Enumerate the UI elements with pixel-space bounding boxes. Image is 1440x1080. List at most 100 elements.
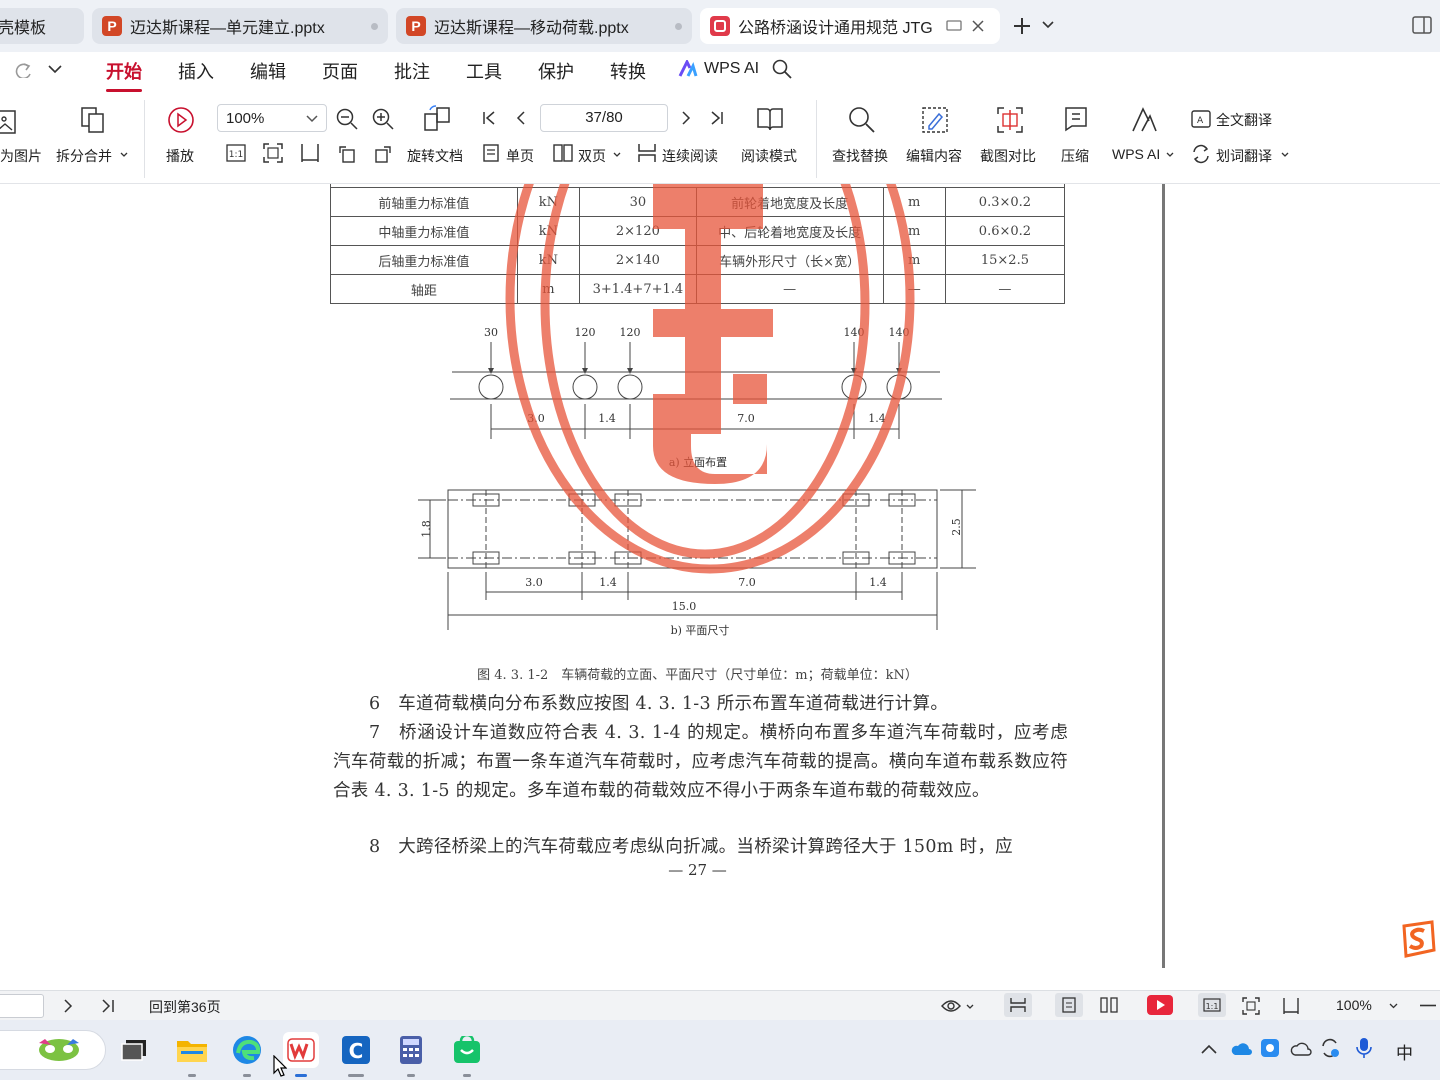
tab-shell-template[interactable]: 壳模板 [0,8,84,44]
read-mode-icon[interactable] [756,106,784,132]
zoom-select[interactable]: 100% [217,104,327,132]
page-number-input[interactable]: 37/80 [540,104,668,132]
to-image-icon[interactable] [0,110,20,136]
fit-width-icon[interactable] [1282,997,1300,1015]
wps-ai-label[interactable]: WPS AI [1112,146,1160,162]
screenshot-compare-icon[interactable] [996,106,1024,134]
window-mode-icon[interactable] [946,20,962,32]
last-page-icon[interactable] [710,111,724,125]
actual-size-icon[interactable]: 1:1 [226,144,246,162]
word-translate-label[interactable]: 划词翻译 [1216,146,1272,166]
next-page-icon[interactable] [63,999,73,1013]
read-mode-label[interactable]: 阅读模式 [741,146,797,166]
app-c-icon[interactable]: C [338,1032,374,1068]
compress-icon[interactable] [1062,106,1090,134]
status-zoom-value[interactable]: 100% [1336,997,1372,1013]
first-page-icon[interactable] [482,111,496,125]
continuous-view-button[interactable] [1004,993,1032,1017]
fit-page-icon[interactable] [1242,997,1260,1015]
menu-insert[interactable]: 插入 [178,58,214,84]
document-view[interactable]: 前轴重力标准值 kN 30 前轮着地宽度及长度 m 0.3×0.2 中轴重力标准值 kN 2×1… [0,184,1440,990]
split-merge-icon[interactable] [80,106,106,134]
menu-tools[interactable]: 工具 [466,58,502,84]
play-slideshow-button[interactable] [1147,995,1173,1015]
next-page-icon[interactable] [680,111,692,125]
menu-wps-ai[interactable]: WPS AI [704,60,759,78]
play-icon[interactable] [167,106,195,134]
app-tray-icon[interactable] [1260,1038,1280,1058]
continuous-read-icon[interactable] [638,143,656,163]
single-page-label[interactable]: 单页 [506,146,534,166]
screenshot-compare-label[interactable]: 截图对比 [980,146,1036,166]
sidebar-toggle-icon[interactable] [1412,16,1432,34]
green-bag-app-icon[interactable] [449,1032,485,1068]
wps-office-icon[interactable] [283,1032,319,1068]
eye-icon[interactable] [941,999,961,1013]
menu-edit[interactable]: 编辑 [250,58,286,84]
wps-ai-icon[interactable] [1130,106,1158,134]
fit-width-icon[interactable] [300,143,320,163]
double-page-label[interactable]: 双页 [578,146,606,166]
chevron-down-icon[interactable] [1166,152,1174,158]
play-label[interactable]: 播放 [166,146,194,166]
double-page-icon[interactable] [1100,997,1118,1013]
cloud-icon[interactable] [1290,1040,1312,1056]
full-translate-icon[interactable]: A [1191,110,1211,128]
rotate-document-label[interactable]: 旋转文档 [407,146,463,166]
microphone-icon[interactable] [1356,1037,1372,1059]
continuous-read-label[interactable]: 连续阅读 [662,146,718,166]
chevron-down-icon[interactable] [613,152,621,158]
word-translate-icon[interactable] [1191,144,1211,164]
taskbar-search-box[interactable] [0,1030,106,1070]
zoom-in-icon[interactable] [372,108,394,130]
single-page-icon[interactable] [483,144,499,162]
menu-page[interactable]: 页面 [322,58,358,84]
chevron-down-icon[interactable] [966,1004,974,1010]
menu-home[interactable]: 开始 [106,58,142,92]
tab-pdf-spec[interactable]: 公路桥涵设计通用规范 JTG D6 [700,8,1000,44]
tab-pptx-moving-load[interactable]: P 迈达斯课程—移动荷载.pptx [396,8,692,44]
find-replace-icon[interactable] [848,106,876,134]
rotate-document-icon[interactable] [422,104,452,134]
redo-icon[interactable] [14,62,32,78]
chevron-up-icon[interactable] [1201,1044,1217,1054]
split-merge-label[interactable]: 拆分合并 [56,146,112,166]
tab-pptx-element[interactable]: P 迈达斯课程—单元建立.pptx [92,8,388,44]
double-page-icon[interactable] [553,144,573,162]
to-image-label[interactable]: 为图片 [0,146,42,166]
ime-indicator[interactable]: 中 [1396,1039,1413,1064]
chevron-down-icon[interactable] [1042,21,1054,29]
single-view-button[interactable] [1055,993,1083,1017]
menu-annotate[interactable]: 批注 [394,58,430,84]
sogou-ime-icon[interactable] [1398,920,1438,958]
chevron-down-icon[interactable] [120,152,128,158]
rotate-right-icon[interactable] [373,143,393,163]
file-explorer-icon[interactable] [174,1032,210,1068]
actual-size-button[interactable]: 1:1 [1198,993,1226,1017]
zoom-out-icon[interactable] [336,108,358,130]
last-page-icon[interactable] [101,999,115,1013]
page-jump-input[interactable] [0,994,44,1018]
chevron-down-icon[interactable] [1389,1003,1398,1009]
chevron-down-icon[interactable] [1281,152,1289,158]
chevron-down-icon[interactable] [48,65,62,74]
fit-page-icon[interactable] [263,143,283,163]
sync-icon[interactable] [1320,1038,1340,1058]
edge-browser-icon[interactable] [229,1032,265,1068]
new-tab-plus-icon[interactable] [1012,16,1032,36]
edit-content-label[interactable]: 编辑内容 [906,146,962,166]
search-icon[interactable] [772,59,792,79]
calculator-icon[interactable] [393,1032,429,1068]
full-translate-label[interactable]: 全文翻译 [1216,110,1272,130]
zoom-out-icon[interactable] [1420,1004,1436,1007]
rotate-left-icon[interactable] [337,143,357,163]
task-view-icon[interactable] [116,1032,152,1068]
close-icon[interactable] [972,20,984,32]
menu-convert[interactable]: 转换 [610,58,646,84]
compress-label[interactable]: 压缩 [1061,146,1089,166]
onedrive-cloud-icon[interactable] [1230,1040,1252,1056]
prev-page-icon[interactable] [515,111,527,125]
back-to-page-link[interactable]: 回到第36页 [149,997,221,1017]
find-replace-label[interactable]: 查找替换 [832,146,888,166]
edit-content-icon[interactable] [921,106,949,134]
